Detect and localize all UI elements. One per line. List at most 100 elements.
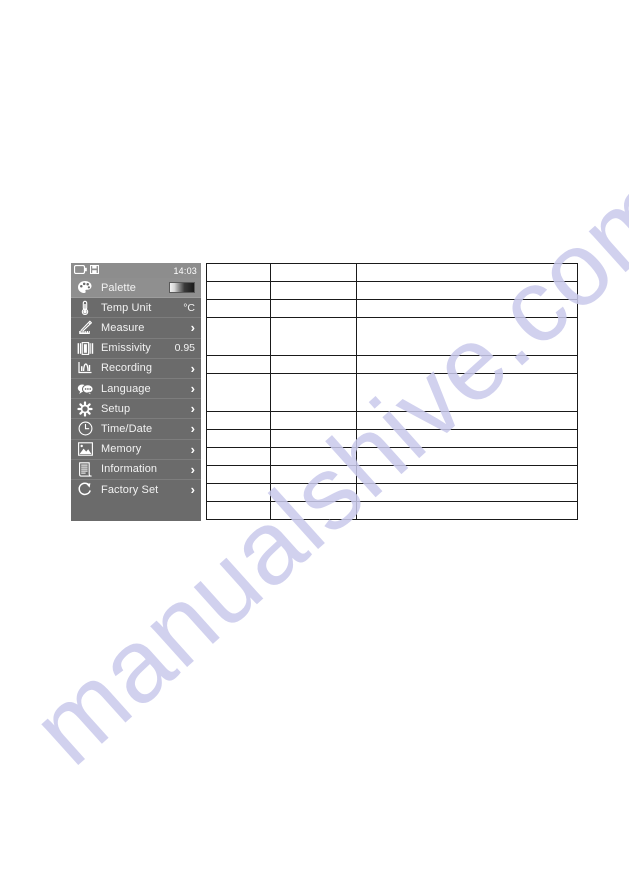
table-cell — [206, 429, 271, 448]
chevron-right-icon[interactable]: › — [191, 402, 195, 415]
table-cell — [356, 411, 578, 430]
menu-item-measure[interactable]: Measure › — [71, 318, 201, 339]
menu-item-time-date[interactable]: Time/Date › — [71, 419, 201, 440]
table-row — [206, 299, 578, 318]
table-cell — [356, 465, 578, 484]
chevron-right-icon[interactable]: › — [191, 422, 195, 435]
language-icon — [76, 380, 94, 397]
menu-item-memory[interactable]: Memory › — [71, 440, 201, 460]
menu-item-label: Setup — [101, 402, 131, 415]
chevron-right-icon[interactable]: › — [191, 382, 195, 395]
measure-icon — [76, 319, 94, 336]
menu-item-label: Memory — [101, 443, 142, 456]
chevron-right-icon[interactable]: › — [191, 463, 195, 476]
table-cell — [356, 429, 578, 448]
table-cell — [356, 355, 578, 374]
menu-item-language[interactable]: Language › — [71, 379, 201, 400]
table-cell — [270, 465, 357, 484]
sd-card-icon — [89, 264, 100, 277]
status-bar: 14:03 — [71, 263, 201, 278]
menu-item-label: Information — [101, 463, 158, 476]
menu-item-factory-set[interactable]: Factory Set › — [71, 480, 201, 500]
table-cell — [206, 501, 271, 520]
menu-item-label: Time/Date — [101, 422, 153, 435]
table-cell — [206, 263, 271, 282]
chevron-right-icon[interactable]: › — [191, 362, 195, 375]
table-row — [206, 465, 578, 484]
table-cell — [356, 263, 578, 282]
status-bar-time: 14:03 — [173, 265, 197, 276]
table-cell — [270, 317, 357, 356]
table-row — [206, 373, 578, 412]
table-cell — [206, 373, 271, 412]
table-cell — [270, 501, 357, 520]
table-cell — [356, 317, 578, 356]
status-bar-icons — [73, 264, 100, 277]
thermometer-icon — [76, 299, 94, 316]
menu-item-emissivity[interactable]: Emissivity 0.95 — [71, 339, 201, 359]
table-row — [206, 263, 578, 282]
table-cell — [270, 355, 357, 374]
gear-icon — [76, 400, 94, 417]
menu-item-label: Emissivity — [101, 342, 151, 355]
table-row — [206, 501, 578, 520]
table-row — [206, 483, 578, 502]
menu-item-label: Measure — [101, 321, 145, 334]
table-cell — [270, 483, 357, 502]
table-cell — [206, 483, 271, 502]
device-menu-screen: 14:03 Palette Temp Unit °C Measure › Emi… — [71, 263, 201, 521]
menu-item-label: Language — [101, 382, 151, 395]
menu-item-value: 0.95 — [174, 342, 195, 355]
table-row — [206, 411, 578, 430]
menu-item-label: Temp Unit — [101, 301, 152, 314]
table-cell — [206, 317, 271, 356]
table-row — [206, 447, 578, 466]
image-icon — [76, 441, 94, 458]
palette-swatch[interactable] — [169, 282, 195, 294]
table-cell — [206, 447, 271, 466]
menu-item-setup[interactable]: Setup › — [71, 399, 201, 420]
menu-item-label: Palette — [101, 281, 136, 294]
table-body — [206, 263, 578, 520]
table-cell — [206, 281, 271, 300]
table-row — [206, 429, 578, 448]
menu-item-label: Factory Set — [101, 483, 159, 496]
menu-item-temp-unit[interactable]: Temp Unit °C — [71, 298, 201, 319]
table-cell — [356, 501, 578, 520]
chevron-right-icon[interactable]: › — [191, 483, 195, 496]
table-cell — [270, 299, 357, 318]
table-row — [206, 317, 578, 356]
table-cell — [270, 429, 357, 448]
table-row — [206, 355, 578, 374]
table-cell — [206, 411, 271, 430]
table-cell — [356, 299, 578, 318]
table-row — [206, 281, 578, 300]
menu-item-recording[interactable]: Recording › — [71, 359, 201, 379]
battery-icon — [73, 264, 87, 277]
chevron-right-icon[interactable]: › — [191, 321, 195, 334]
menu-item-information[interactable]: Information › — [71, 460, 201, 480]
table-cell — [356, 483, 578, 502]
table-cell — [356, 281, 578, 300]
table-cell — [356, 447, 578, 466]
table-cell — [206, 465, 271, 484]
chevron-right-icon[interactable]: › — [191, 443, 195, 456]
table-cell — [270, 373, 357, 412]
document-icon — [76, 461, 94, 478]
recording-icon — [76, 360, 94, 377]
menu-item-palette[interactable]: Palette — [71, 278, 201, 299]
clock-icon — [76, 420, 94, 437]
emissivity-icon — [76, 340, 94, 357]
menu-item-value: °C — [183, 301, 195, 314]
reset-icon — [76, 481, 94, 498]
menu-item-label: Recording — [101, 362, 153, 375]
table-cell — [206, 299, 271, 318]
table-cell — [356, 373, 578, 412]
table-cell — [270, 411, 357, 430]
table-cell — [206, 355, 271, 374]
table-cell — [270, 447, 357, 466]
table-cell — [270, 263, 357, 282]
blank-table — [206, 263, 578, 520]
table-cell — [270, 281, 357, 300]
palette-icon — [76, 279, 94, 296]
